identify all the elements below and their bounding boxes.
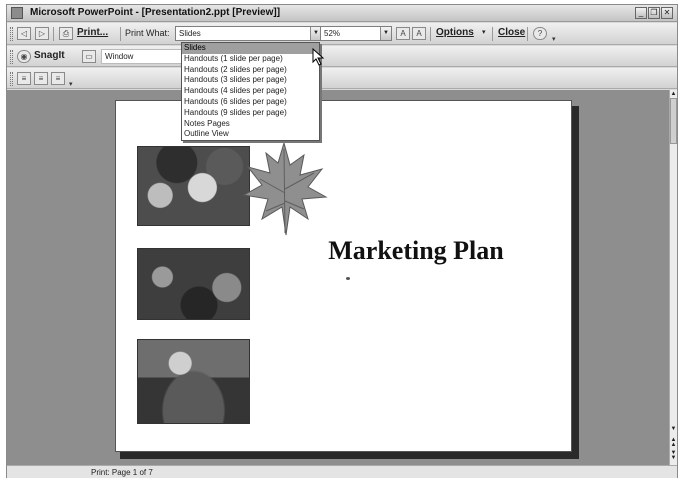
zoom-select[interactable]: 52% ▼ (320, 26, 392, 41)
printer-icon[interactable]: ⎙ (59, 27, 73, 40)
outline-icon[interactable]: ≡ (17, 72, 31, 85)
print-what-option[interactable]: Handouts (2 slides per page) (182, 65, 319, 76)
powerpoint-window: Microsoft PowerPoint - [Presentation2.pp… (6, 4, 678, 478)
toolbar-options-chevron-icon[interactable]: ▾ (552, 35, 556, 43)
print-what-dropdown-list[interactable]: Slides Handouts (1 slide per page) Hando… (181, 42, 320, 141)
print-what-option[interactable]: Handouts (9 slides per page) (182, 108, 319, 119)
scroll-up-icon[interactable]: ▲ (670, 90, 677, 98)
scroll-down-icon[interactable]: ▼ (670, 425, 677, 433)
print-what-option[interactable]: Handouts (1 slide per page) (182, 54, 319, 65)
portrait-icon[interactable]: A (412, 27, 426, 40)
options-button[interactable]: Options (436, 27, 474, 38)
landscape-icon[interactable]: A (396, 27, 410, 40)
separator (492, 27, 493, 41)
next-page-icon[interactable]: ▷ (35, 27, 49, 40)
next-slide-icon[interactable]: ▼ ▼ (670, 450, 677, 461)
toolbar-grip-icon[interactable] (10, 72, 13, 86)
print-what-option[interactable]: Handouts (3 slides per page) (182, 75, 319, 86)
print-what-option[interactable]: Slides (182, 43, 319, 54)
snagit-capture-icon[interactable]: ◉ (17, 50, 31, 63)
snagit-button[interactable]: SnagIt (34, 50, 65, 61)
powerpoint-app-icon[interactable] (11, 7, 23, 19)
print-what-value: Slides (179, 29, 201, 38)
minimize-icon[interactable]: _ (635, 7, 647, 19)
close-preview-button[interactable]: Close (498, 27, 525, 38)
status-page-text: Print: Page 1 of 7 (91, 468, 153, 477)
help-icon[interactable]: ? (533, 27, 547, 40)
print-what-option[interactable]: Outline View (182, 129, 319, 140)
print-what-label: Print What: (125, 28, 170, 38)
mouse-pointer-speck (346, 277, 350, 280)
photo-child-with-pumpkins (137, 339, 250, 424)
previous-slide-icon[interactable]: ▲ ▲ (670, 437, 677, 448)
separator (120, 27, 121, 41)
options-chevron-down-icon[interactable]: ▾ (482, 28, 486, 36)
preview-pane: Marketing Plan (7, 90, 669, 465)
previous-page-icon[interactable]: ◁ (17, 27, 31, 40)
photo-child-in-leaves (137, 146, 250, 226)
snagit-profile-select[interactable]: Window (101, 49, 183, 64)
window-title: Microsoft PowerPoint - [Presentation2.pp… (30, 7, 281, 18)
slides-icon[interactable]: ≡ (51, 72, 65, 85)
slide-preview: Marketing Plan (115, 100, 572, 452)
toolbar-grip-icon[interactable] (10, 50, 13, 64)
toolbar-grip-icon[interactable] (10, 27, 13, 41)
print-preview-toolbar: ◁ ▷ ⎙ Print... Print What: Slides ▼ 52% … (7, 23, 677, 45)
separator (430, 27, 431, 41)
secondary-toolbar: ≡ ≡ ≡ ▾ (7, 68, 677, 89)
close-icon[interactable]: ✕ (661, 7, 673, 19)
zoom-value: 52% (324, 29, 341, 38)
notes-icon[interactable]: ≡ (34, 72, 48, 85)
mouse-cursor-icon (312, 48, 325, 66)
separator (527, 27, 528, 41)
print-button[interactable]: Print... (77, 27, 108, 38)
print-what-option[interactable]: Notes Pages (182, 119, 319, 130)
print-what-option[interactable]: Handouts (6 slides per page) (182, 97, 319, 108)
chevron-down-icon[interactable]: ▼ (380, 27, 391, 40)
print-what-select[interactable]: Slides ▼ (175, 26, 322, 41)
separator (53, 27, 54, 41)
title-bar[interactable]: Microsoft PowerPoint - [Presentation2.pp… (7, 5, 677, 22)
snagit-profile-icon[interactable]: ▭ (82, 50, 96, 63)
slide-title: Marketing Plan (328, 236, 504, 265)
vertical-scrollbar[interactable]: ▲ ▼ ▲ ▲ ▼ ▼ (669, 90, 677, 465)
toolbar-options-chevron-icon[interactable]: ▾ (69, 80, 73, 88)
restore-icon[interactable]: ❐ (648, 7, 660, 19)
snagit-profile-value: Window (105, 52, 134, 61)
scroll-thumb[interactable] (670, 98, 677, 144)
window-controls: _ ❐ ✕ (635, 7, 673, 19)
photo-autumn-leaves (137, 248, 250, 320)
maple-leaf-image (242, 141, 328, 236)
status-bar: Print: Page 1 of 7 (7, 465, 677, 478)
print-what-option[interactable]: Handouts (4 slides per page) (182, 86, 319, 97)
snagit-toolbar: ◉ SnagIt ▭ Window (7, 46, 677, 67)
